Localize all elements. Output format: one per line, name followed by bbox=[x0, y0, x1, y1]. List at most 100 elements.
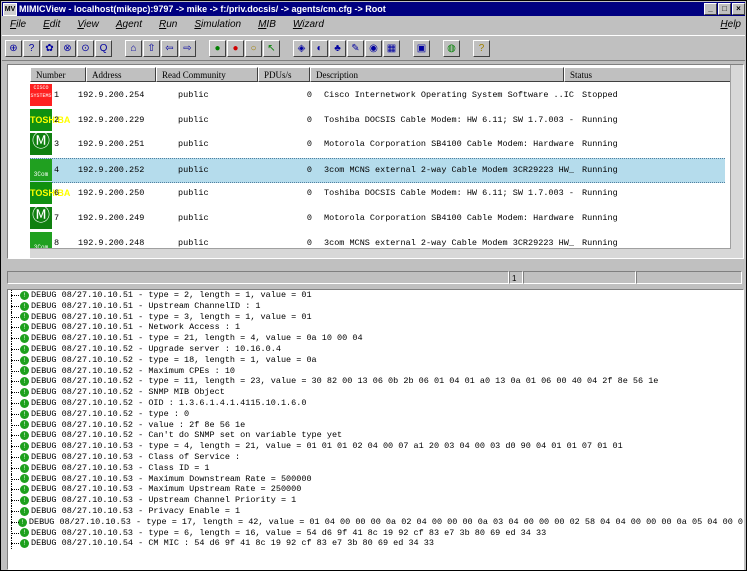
table-icon[interactable]: ▦ bbox=[383, 39, 400, 57]
debug-icon: ! bbox=[20, 431, 29, 441]
column-header-description[interactable]: Description bbox=[310, 67, 564, 82]
menu-simulation[interactable]: Simulation bbox=[186, 17, 250, 34]
debug-icon: ! bbox=[20, 528, 29, 538]
cell-pdus: 0 bbox=[306, 188, 312, 199]
debug-icon: ! bbox=[20, 334, 29, 344]
oid-search-icon[interactable]: ◐ bbox=[311, 39, 328, 57]
log-text: DEBUG 08/27.10.10.53 - Class ID = 1 bbox=[31, 462, 210, 473]
menu-help[interactable]: Help bbox=[712, 17, 745, 34]
column-header-status[interactable]: Status bbox=[564, 67, 734, 82]
log-line: ! DEBUG 08/27.10.10.52 - SNMP MIB Object bbox=[8, 387, 743, 398]
debug-icon: ! bbox=[20, 539, 29, 549]
column-header-read-community[interactable]: Read Community bbox=[156, 67, 258, 82]
table-row[interactable]: TOSHIBA 2 192.9.200.229 public 0 Toshiba DOCS… bbox=[30, 108, 725, 132]
debug-log[interactable]: ! DEBUG 08/27.10.10.51 - type = 2, length… bbox=[7, 289, 744, 570]
resume-icon[interactable]: ↖ bbox=[263, 39, 280, 57]
search-doc-icon[interactable]: ⊙ bbox=[77, 39, 94, 57]
help-circle-icon[interactable]: ? bbox=[23, 39, 40, 57]
log-line: ! DEBUG 08/27.10.10.53 - Class ID = 1 bbox=[8, 462, 743, 474]
log-text: DEBUG 08/27.10.10.51 - Upstream ChannelI… bbox=[31, 300, 261, 311]
log-text: DEBUG 08/27.10.10.52 - Can't do SNMP set… bbox=[31, 430, 343, 441]
log-text: DEBUG 08/27.10.10.52 - type = 18, length… bbox=[31, 354, 317, 365]
cell-number: 6 bbox=[54, 188, 60, 199]
menu-agent[interactable]: Agent bbox=[108, 17, 151, 34]
column-header-pdus-s[interactable]: PDUs/s bbox=[258, 67, 310, 82]
status-cell: 1 bbox=[509, 271, 523, 284]
log-line: ! DEBUG 08/27.10.10.52 - type = 11, lengt… bbox=[8, 376, 743, 387]
start-icon[interactable]: ● bbox=[209, 39, 226, 57]
table-horizontal-scrollbar[interactable] bbox=[30, 248, 731, 258]
column-header-number[interactable]: Number bbox=[30, 67, 86, 82]
log-line: ! DEBUG 08/27.10.10.53 - Maximum Upstream… bbox=[8, 484, 743, 495]
forward-arrow-icon[interactable]: ⇨ bbox=[179, 39, 196, 57]
title-bar: MV MIMICView - localhost(mikepc):9797 ->… bbox=[2, 2, 745, 16]
cell-description: 3com MCNS external 2-way Cable Modem 3CR… bbox=[324, 164, 574, 175]
log-line: ! DEBUG 08/27.10.10.53 - type = 4, length… bbox=[8, 441, 743, 452]
about-icon[interactable]: ? bbox=[473, 39, 490, 57]
log-line: ! DEBUG 08/27.10.10.51 - type = 2, length… bbox=[8, 290, 743, 301]
find-icon[interactable]: Q bbox=[95, 39, 112, 57]
log-line: ! DEBUG 08/27.10.10.52 - Can't do SNMP se… bbox=[8, 430, 743, 441]
cell-number: 7 bbox=[54, 213, 60, 223]
moto-logo-icon bbox=[30, 206, 52, 229]
menu-run[interactable]: Run bbox=[151, 17, 186, 34]
debug-icon: ! bbox=[20, 420, 29, 430]
log-text: DEBUG 08/27.10.10.52 - OID : 1.3.6.1.4.1… bbox=[31, 397, 307, 408]
table-row[interactable]: CISCO SYSTEMS 1 192.9.200.254 public 0 Cisco … bbox=[30, 84, 725, 107]
menu-view[interactable]: View bbox=[69, 17, 108, 34]
log-text: DEBUG 08/27.10.10.52 - type = 11, length… bbox=[31, 376, 659, 387]
debug-icon: ! bbox=[20, 355, 29, 365]
status-mid bbox=[523, 271, 636, 284]
log-text: DEBUG 08/27.10.10.51 - type = 21, length… bbox=[31, 333, 363, 344]
table-row[interactable]: TOSHIBA 6 192.9.200.250 public 0 Toshiba DOCS… bbox=[30, 182, 725, 205]
tree-connector bbox=[8, 484, 20, 495]
tree-connector bbox=[8, 311, 20, 323]
debug-icon: ! bbox=[20, 452, 29, 462]
table-row[interactable]: 7 192.9.200.249 public 0 Motorola Corporatio… bbox=[30, 206, 725, 230]
pdu-icon[interactable]: ◍ bbox=[443, 39, 460, 57]
trap-icon[interactable]: ♣ bbox=[329, 39, 346, 57]
agent-icon[interactable]: ✿ bbox=[41, 39, 58, 57]
tree-connector bbox=[8, 343, 20, 355]
tree-connector bbox=[8, 495, 20, 506]
back-arrow-icon[interactable]: ⇦ bbox=[161, 39, 178, 57]
cell-community: public bbox=[178, 90, 209, 100]
close-button[interactable]: × bbox=[732, 3, 745, 15]
link-icon[interactable]: ⊗ bbox=[59, 39, 76, 57]
up-arrow-icon[interactable]: ⇧ bbox=[143, 39, 160, 57]
debug-icon: ! bbox=[20, 485, 29, 495]
menu-file[interactable]: File bbox=[2, 17, 35, 34]
cell-community: public bbox=[178, 164, 209, 175]
tree-connector bbox=[8, 408, 20, 420]
table-vertical-scrollbar[interactable] bbox=[730, 65, 743, 258]
minimize-button[interactable]: _ bbox=[704, 3, 717, 15]
log-text: DEBUG 08/27.10.10.53 - type = 4, length … bbox=[31, 441, 623, 452]
menu-wizard[interactable]: Wizard bbox=[285, 17, 333, 34]
debug-icon: ! bbox=[20, 366, 29, 376]
table-row[interactable]: 3Com 4 192.9.200.252 public 0 3com MCNS exter… bbox=[30, 157, 725, 183]
cell-description: Toshiba DOCSIS Cable Modem: HW 6.11; SW … bbox=[324, 188, 574, 199]
debug-icon: ! bbox=[20, 409, 29, 419]
tree-connector bbox=[8, 516, 19, 528]
stop-icon[interactable]: ● bbox=[227, 39, 244, 57]
add-icon[interactable]: ⊕ bbox=[5, 39, 22, 57]
home-icon[interactable]: ⌂ bbox=[125, 39, 142, 57]
pause-icon[interactable]: ○ bbox=[245, 39, 262, 57]
maximize-button[interactable]: □ bbox=[718, 3, 731, 15]
column-header-address[interactable]: Address bbox=[86, 67, 156, 82]
toolbar: ⊕? ✿ ⊗ ⊙ Q ⌂ ⇧ ⇦ ⇨ ● ● ○ ↖ ◈ ◐ ♣ ✎ ◉ ▦ ▣ ◍? bbox=[2, 35, 745, 61]
tree-connector bbox=[8, 376, 20, 387]
menu-bar: File Edit View Agent Run Simulation MIB Wizard H… bbox=[2, 17, 745, 34]
log-line: ! DEBUG 08/27.10.10.52 - type = 18, lengt… bbox=[8, 354, 743, 366]
menu-edit[interactable]: Edit bbox=[35, 17, 69, 34]
mib-browser-icon[interactable]: ◈ bbox=[293, 39, 310, 57]
value-icon[interactable]: ✎ bbox=[347, 39, 364, 57]
record-icon[interactable]: ◉ bbox=[365, 39, 382, 57]
cell-pdus: 0 bbox=[306, 213, 312, 223]
log-text: DEBUG 08/27.10.10.53 - Upstream Channel … bbox=[31, 495, 297, 506]
tree-connector bbox=[8, 538, 20, 549]
log-icon[interactable]: ▣ bbox=[413, 39, 430, 57]
menu-mib[interactable]: MIB bbox=[250, 17, 285, 34]
cell-status: Running bbox=[582, 114, 618, 125]
table-row[interactable]: 3 192.9.200.251 public 0 Motorola Corporatio… bbox=[30, 132, 725, 156]
